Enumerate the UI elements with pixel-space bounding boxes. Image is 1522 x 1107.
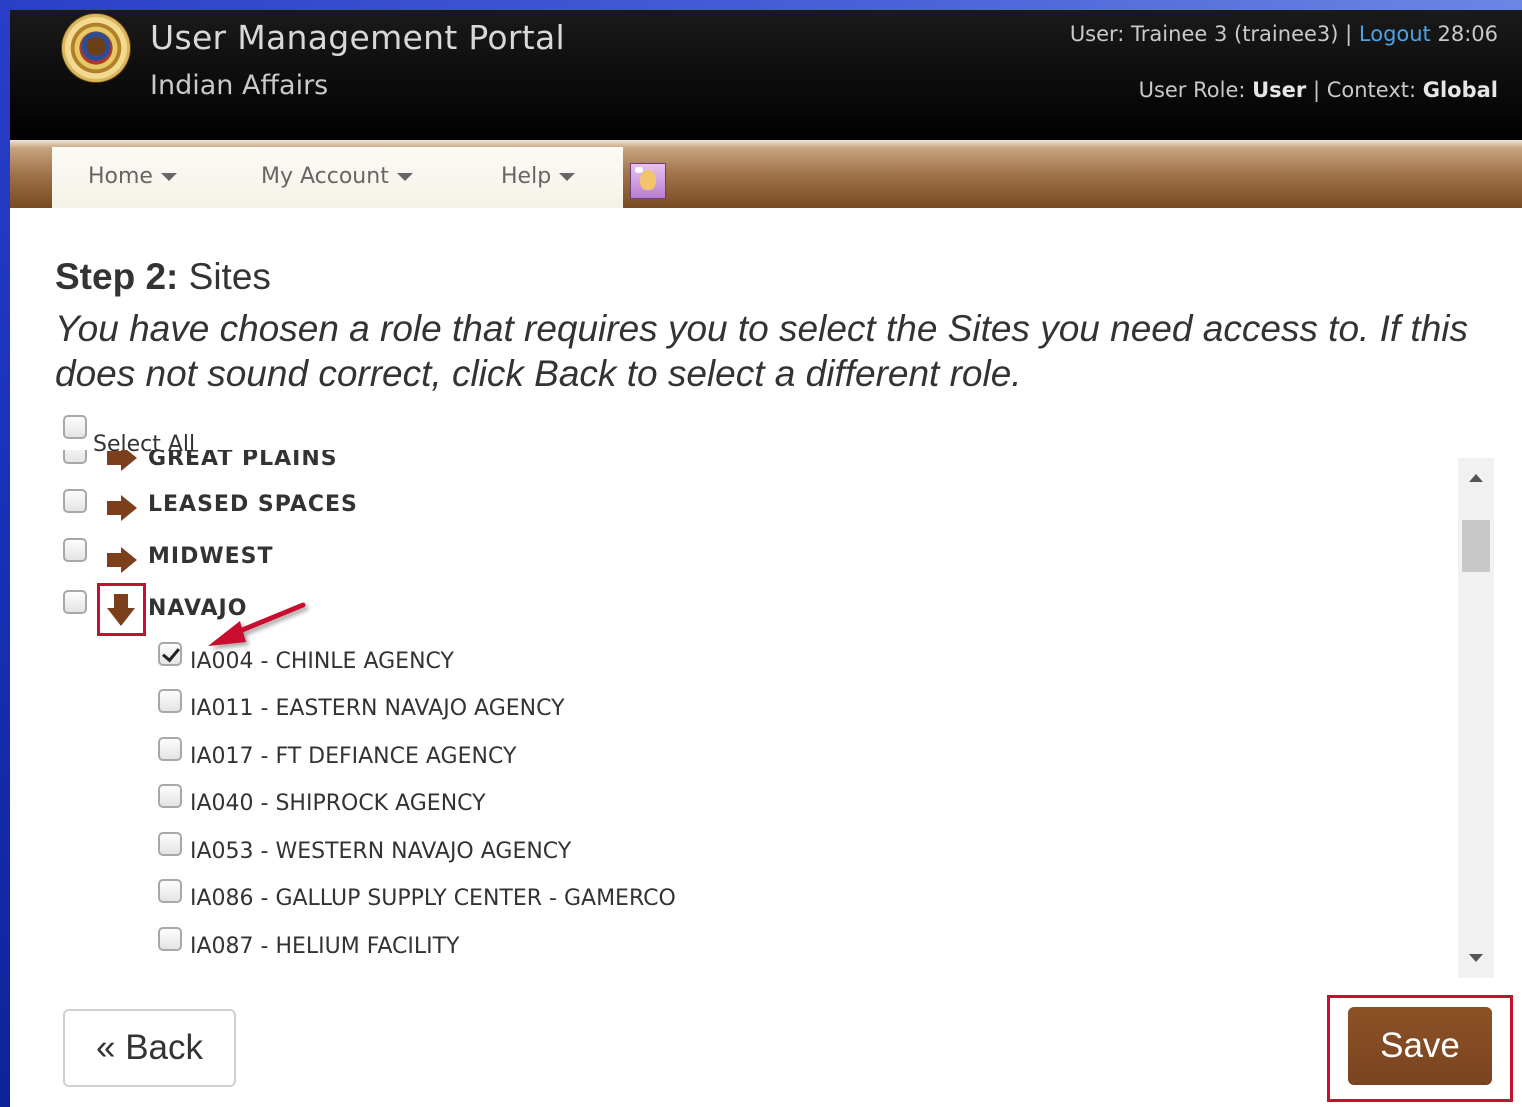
nav-menu: Home My Account Help: [52, 147, 623, 208]
expand-arrow-right-icon[interactable]: [107, 450, 139, 471]
region-label-great-plains: GREAT PLAINS: [148, 450, 338, 471]
nav-bar: Home My Account Help: [10, 140, 1522, 208]
app-title: User Management Portal: [150, 18, 565, 57]
role-prefix: User Role:: [1138, 78, 1253, 102]
scrollbar-thumb[interactable]: [1462, 520, 1490, 572]
site-label-ia053: IA053 - WESTERN NAVAJO AGENCY: [190, 839, 572, 864]
region-checkbox-great-plains[interactable]: [63, 450, 87, 464]
nav-my-account[interactable]: My Account: [261, 164, 413, 189]
site-label-ia017: IA017 - FT DEFIANCE AGENCY: [190, 744, 517, 769]
nav-home-label: Home: [88, 164, 153, 189]
chevron-down-icon: [160, 173, 177, 181]
back-button[interactable]: « Back: [63, 1009, 236, 1087]
scroll-up-arrow-icon[interactable]: [1469, 474, 1483, 482]
eagle-emblem-icon: [80, 32, 112, 64]
list-scrollbar[interactable]: [1458, 458, 1494, 978]
role-value: User: [1252, 78, 1307, 102]
select-all-checkbox[interactable]: [63, 415, 87, 439]
chevron-down-icon: [559, 173, 576, 181]
site-label-ia004: IA004 - CHINLE AGENCY: [190, 649, 454, 674]
site-checkbox-ia087[interactable]: [158, 927, 182, 951]
nav-home[interactable]: Home: [88, 164, 177, 189]
agency-seal-logo: [62, 14, 130, 82]
context-value: Global: [1422, 78, 1498, 102]
header-bar: User Management Portal Indian Affairs Us…: [10, 10, 1522, 140]
site-checkbox-ia004[interactable]: [158, 642, 182, 666]
site-label-ia087: IA087 - HELIUM FACILITY: [190, 934, 460, 959]
slide-frame-top: [0, 0, 1522, 10]
site-label-ia040: IA040 - SHIPROCK AGENCY: [190, 791, 486, 816]
role-context-info: User Role: User | Context: Global: [1139, 78, 1498, 102]
face-shape: [640, 170, 656, 190]
context-prefix: | Context:: [1306, 78, 1423, 102]
site-checkbox-ia053[interactable]: [158, 832, 182, 856]
logout-link[interactable]: Logout: [1359, 22, 1431, 46]
expand-arrow-right-icon[interactable]: [107, 495, 139, 521]
site-label-ia011: IA011 - EASTERN NAVAJO AGENCY: [190, 696, 565, 721]
site-checkbox-ia040[interactable]: [158, 784, 182, 808]
scroll-down-arrow-icon[interactable]: [1469, 954, 1483, 962]
app-subtitle: Indian Affairs: [150, 70, 329, 101]
region-label-navajo: NAVAJO: [148, 596, 248, 621]
region-label-leased-spaces: LEASED SPACES: [148, 492, 358, 517]
nav-help-label: Help: [501, 164, 552, 189]
step-instructions: You have chosen a role that requires you…: [55, 308, 1469, 394]
region-checkbox-midwest[interactable]: [63, 538, 87, 562]
site-label-ia086: IA086 - GALLUP SUPPLY CENTER - GAMERCO: [190, 886, 676, 911]
site-checkbox-ia017[interactable]: [158, 737, 182, 761]
page-title: Step 2: Sites: [55, 256, 271, 298]
site-checkbox-ia011[interactable]: [158, 689, 182, 713]
expand-arrow-right-icon[interactable]: [107, 547, 139, 573]
region-checkbox-navajo[interactable]: [63, 590, 87, 614]
annotation-highlight-box: [97, 583, 146, 636]
feedback-icon[interactable]: [630, 163, 666, 199]
session-timer: 28:06: [1430, 22, 1498, 46]
user-info: User: Trainee 3 (trainee3) | Logout 28:0…: [1070, 22, 1498, 46]
step-name: Sites: [178, 256, 271, 297]
nav-my-account-label: My Account: [261, 164, 389, 189]
annotation-highlight-box-save: [1327, 995, 1513, 1102]
step-number: Step 2:: [55, 256, 179, 297]
region-checkbox-leased-spaces[interactable]: [63, 489, 87, 513]
sites-tree-list[interactable]: GREAT PLAINS LEASED SPACES MIDWEST NAVAJ…: [55, 450, 1495, 974]
chevron-down-icon: [396, 173, 413, 181]
app-window: User Management Portal Indian Affairs Us…: [10, 10, 1522, 1107]
user-name-text: User: Trainee 3 (trainee3) |: [1069, 22, 1359, 46]
nav-help[interactable]: Help: [501, 164, 576, 189]
speech-bubble-shape: [635, 167, 643, 173]
slide-frame-left: [0, 0, 10, 1107]
site-checkbox-ia086[interactable]: [158, 879, 182, 903]
region-label-midwest: MIDWEST: [148, 544, 274, 569]
